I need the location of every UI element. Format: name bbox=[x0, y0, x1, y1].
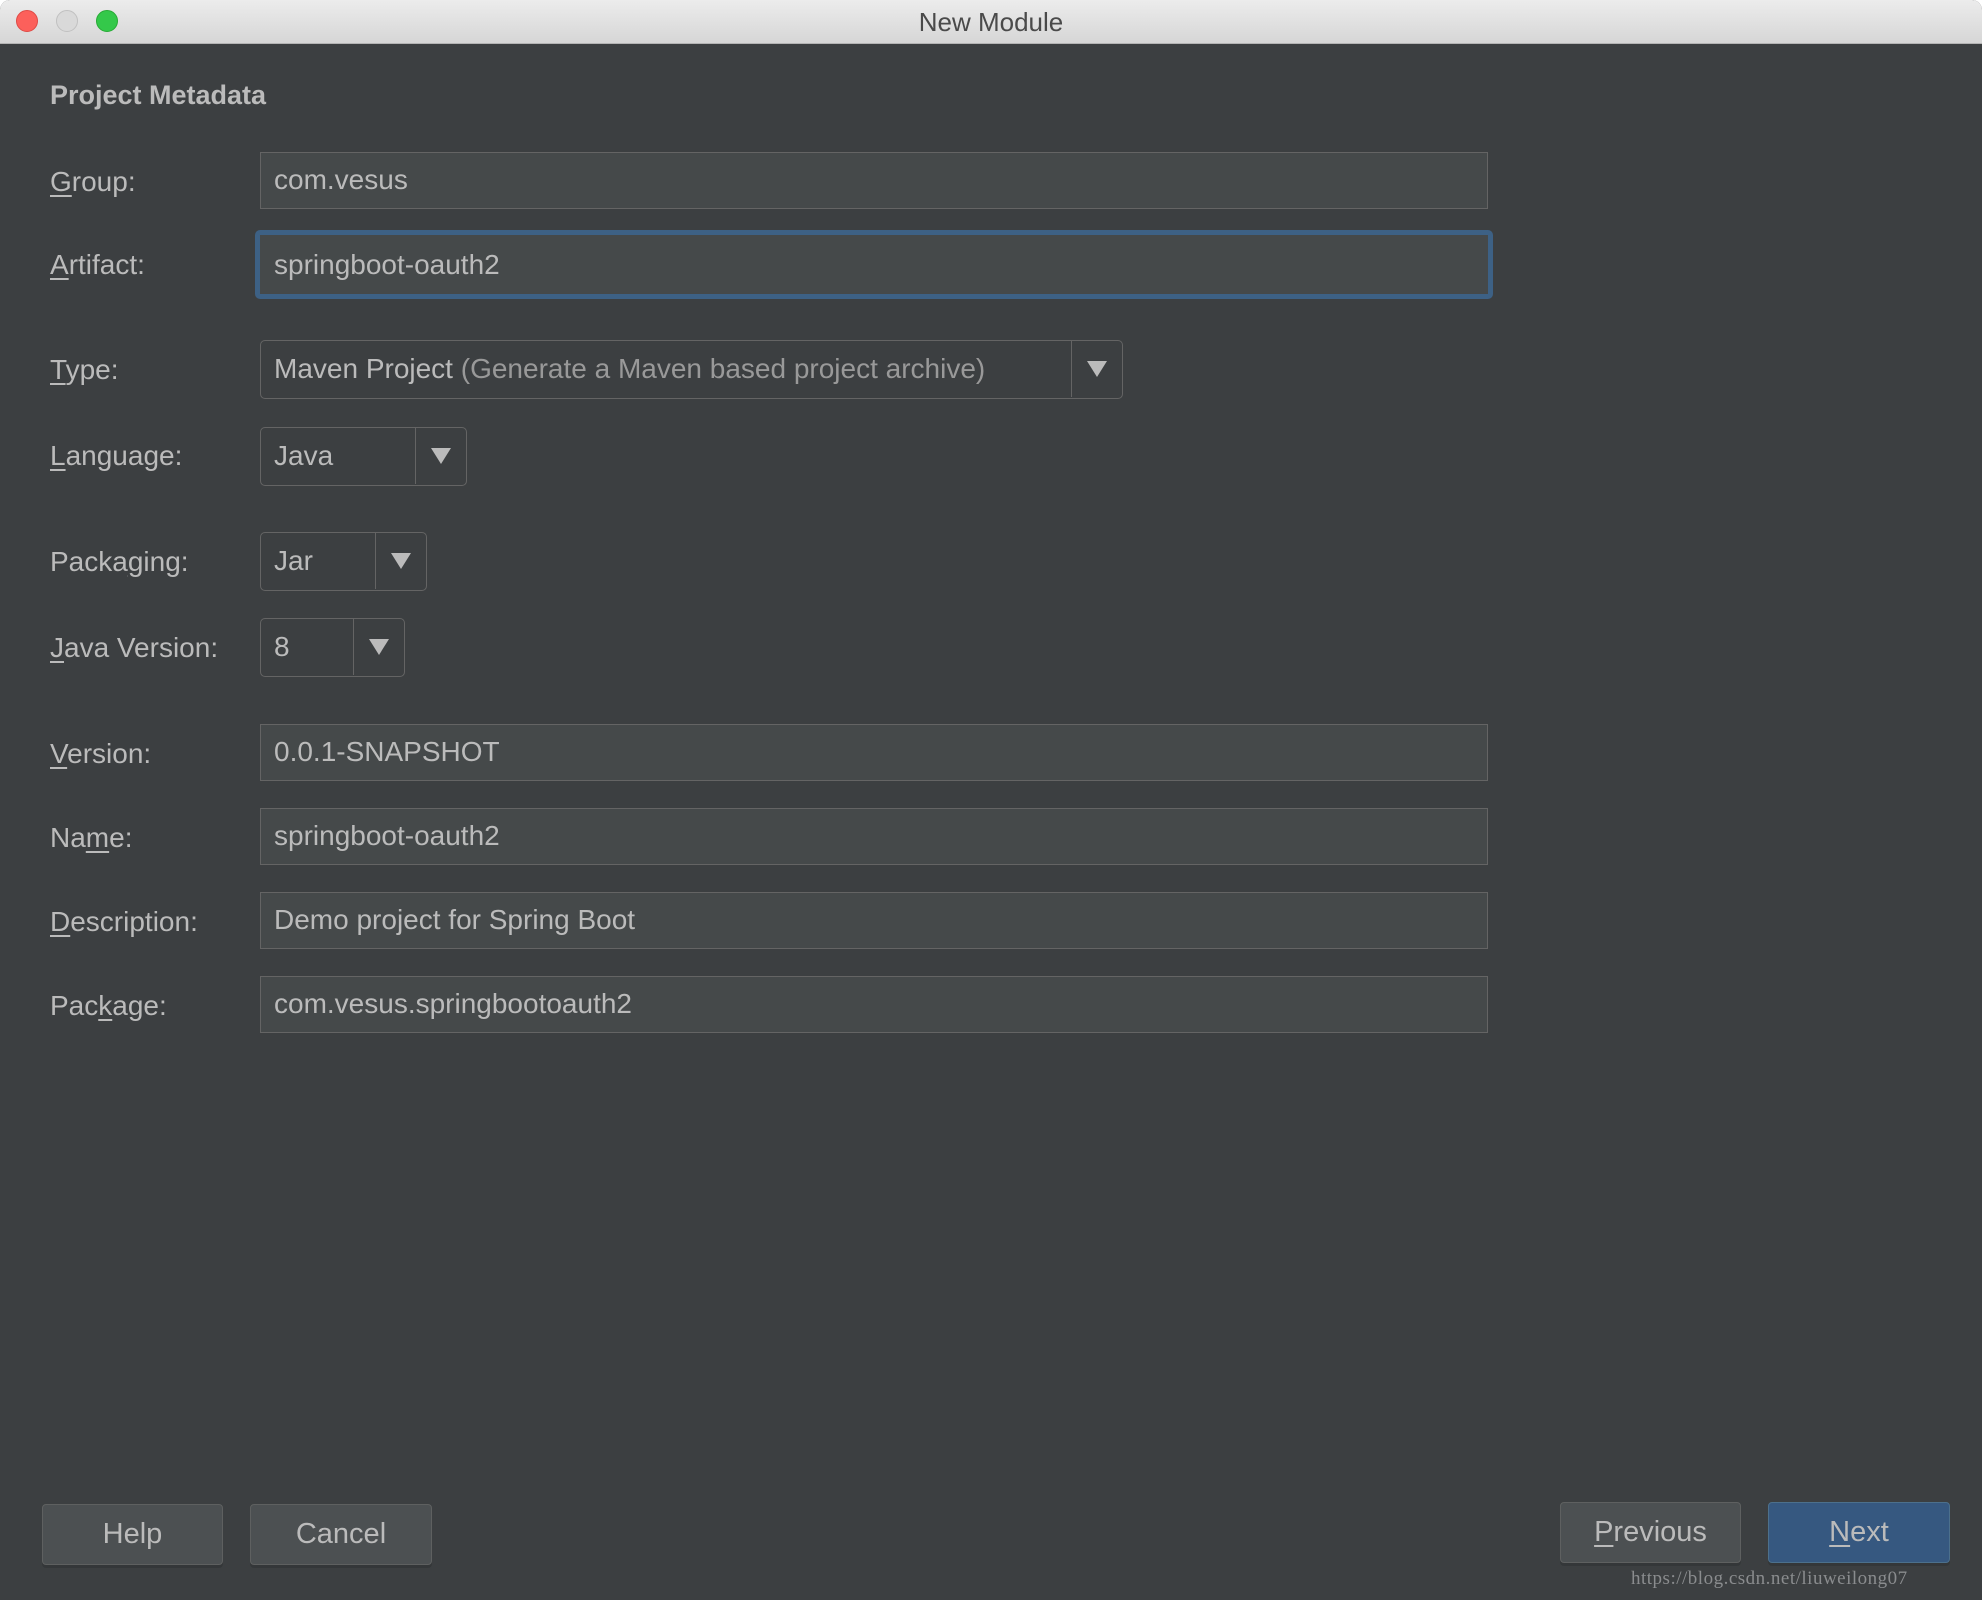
java-version-value: 8 bbox=[274, 631, 290, 662]
language-dropdown[interactable]: Java bbox=[260, 427, 467, 486]
chevron-down-icon bbox=[369, 639, 389, 655]
artifact-label: Artifact: bbox=[50, 249, 145, 280]
help-button[interactable]: Help bbox=[42, 1504, 223, 1565]
packaging-dropdown[interactable]: Jar bbox=[260, 532, 427, 591]
chevron-down-icon bbox=[1087, 361, 1107, 377]
group-input[interactable]: com.vesus bbox=[260, 152, 1488, 209]
language-dropdown-arrow[interactable] bbox=[415, 428, 466, 484]
version-input[interactable]: 0.0.1-SNAPSHOT bbox=[260, 724, 1488, 781]
language-label: Language: bbox=[50, 440, 183, 471]
section-title: Project Metadata bbox=[50, 80, 267, 110]
chevron-down-icon bbox=[431, 448, 451, 464]
language-value: Java bbox=[274, 440, 334, 471]
package-input[interactable]: com.vesus.springbootoauth2 bbox=[260, 976, 1488, 1033]
group-label: Group: bbox=[50, 166, 136, 197]
package-label: Package: bbox=[50, 990, 167, 1021]
java-version-dropdown[interactable]: 8 bbox=[260, 618, 405, 677]
type-label: Type: bbox=[50, 354, 119, 385]
next-button[interactable]: Next bbox=[1768, 1502, 1950, 1563]
previous-button[interactable]: Previous bbox=[1560, 1502, 1741, 1563]
type-dropdown[interactable]: Maven Project (Generate a Maven based pr… bbox=[260, 340, 1123, 399]
watermark: https://blog.csdn.net/liuweilong07 bbox=[1631, 1568, 1908, 1589]
packaging-label: Packaging: bbox=[50, 546, 189, 577]
packaging-value: Jar bbox=[274, 545, 313, 576]
cancel-button[interactable]: Cancel bbox=[250, 1504, 432, 1565]
description-input[interactable]: Demo project for Spring Boot bbox=[260, 892, 1488, 949]
artifact-input[interactable]: springboot-oauth2 bbox=[255, 230, 1493, 299]
name-input[interactable]: springboot-oauth2 bbox=[260, 808, 1488, 865]
version-label: Version: bbox=[50, 738, 152, 769]
type-hint: (Generate a Maven based project archive) bbox=[460, 353, 986, 384]
type-dropdown-arrow[interactable] bbox=[1071, 341, 1122, 397]
window-title: New Module bbox=[918, 7, 1064, 37]
new-module-dialog: New Module Project Metadata Group: com.v… bbox=[0, 0, 1982, 1600]
title-bar[interactable]: New Module bbox=[0, 0, 1982, 44]
java-version-dropdown-arrow[interactable] bbox=[353, 619, 404, 675]
description-label: Description: bbox=[50, 906, 198, 937]
chevron-down-icon bbox=[391, 553, 411, 569]
packaging-dropdown-arrow[interactable] bbox=[375, 533, 426, 589]
name-label: Name: bbox=[50, 822, 133, 853]
type-value: Maven Project bbox=[274, 353, 453, 384]
java-version-label: Java Version: bbox=[50, 632, 219, 663]
